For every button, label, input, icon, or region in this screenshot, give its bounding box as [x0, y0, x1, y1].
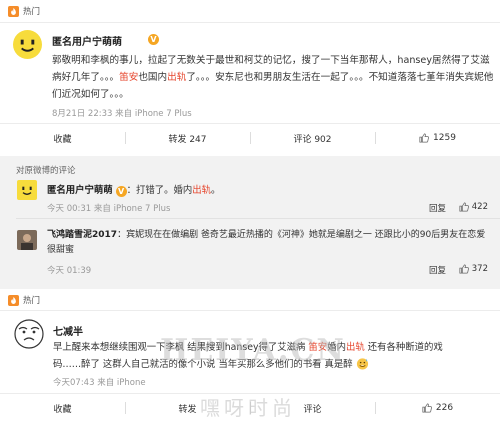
post1-username[interactable]: 匿名用户宁萌萌: [52, 33, 122, 48]
post2-username[interactable]: 七减半: [53, 323, 83, 338]
watermark-chinese: 嘿呀时尚: [200, 396, 296, 420]
like-button[interactable]: 226: [375, 393, 500, 423]
hot-header: 热门: [8, 4, 40, 18]
watermark-logo: HEIYA.CN: [160, 333, 346, 368]
verified-badge-icon: V: [148, 34, 159, 45]
hot-label: 热门: [23, 7, 41, 17]
comment-1-text: 匿名用户宁萌萌 V ：打错了。婚内出轨。: [47, 185, 221, 197]
hot-divider: [0, 310, 500, 311]
comment-2-like-button[interactable]: 372: [459, 264, 488, 274]
comment-2-reply-button[interactable]: 回复: [429, 264, 446, 276]
original-post-comments: 对原微博的评论 匿名用户宁萌萌 V ：打错了。婚内出轨。 今天 00:31 来自 …: [0, 160, 500, 283]
action-separator: [250, 132, 251, 144]
comment-avatar-photo[interactable]: [17, 230, 37, 250]
comment-2-username[interactable]: 飞鸿踏雪泥2017: [47, 230, 117, 240]
comment-1-reply-button[interactable]: 回复: [429, 202, 446, 214]
favorite-button[interactable]: 收藏: [0, 393, 125, 423]
comment-button[interactable]: 评论 902: [250, 123, 375, 153]
action-separator: [125, 402, 126, 414]
hot-header: 热门: [8, 293, 40, 307]
sweat-smile-emoji-icon: [356, 358, 368, 370]
comment-1-meta: 今天 00:31 来自 iPhone 7 Plus: [47, 204, 171, 214]
post1-meta: 8月21日 22:33 来自 iPhone 7 Plus: [52, 109, 192, 119]
thumbs-up-icon: [422, 403, 432, 413]
avatar-smiley[interactable]: [13, 30, 42, 59]
action-separator: [375, 402, 376, 414]
action-separator: [375, 132, 376, 144]
post1-text: 郭敬明和李枫的事儿，拉起了无数关于最世和柯艾的记忆，搜了一下当年那帮人，hans…: [52, 55, 494, 100]
keyword-link[interactable]: 出轨: [167, 72, 186, 83]
thumbs-up-icon: [419, 133, 429, 143]
comment-divider: [16, 218, 500, 219]
thumbs-up-icon: [459, 202, 469, 212]
hot-flame-icon: [8, 294, 19, 306]
verified-badge-icon: V: [115, 186, 127, 197]
comment-avatar-smiley[interactable]: [17, 180, 37, 200]
thumbs-up-icon: [459, 264, 469, 274]
hot-divider: [0, 22, 500, 23]
hot-flame-icon: [8, 5, 19, 17]
post2-meta: 今天07:43 来自 iPhone: [53, 378, 146, 388]
comment-1-like-button[interactable]: 422: [459, 202, 488, 212]
keyword-link[interactable]: 笛安: [119, 72, 138, 83]
post-card-1: 热门 匿名用户宁萌萌 V 郭敬明和李枫的事儿，拉起了无数关于最世和柯艾的记忆，搜…: [0, 0, 500, 156]
like-button[interactable]: 1259: [375, 123, 500, 153]
comment-2-text: 飞鸿踏雪泥2017：宾妮现在在做编剧 爸奇艺最近热播的《河神》她就是编剧之一 还…: [47, 230, 486, 255]
comment-1-username[interactable]: 匿名用户宁萌萌: [47, 185, 113, 196]
keyword-link[interactable]: 出轨: [346, 342, 365, 353]
comment-2-meta: 今天 01:39: [47, 266, 92, 276]
favorite-button[interactable]: 收藏: [0, 123, 125, 153]
action-separator: [125, 132, 126, 144]
repost-button[interactable]: 转发 247: [125, 123, 250, 153]
comments-title: 对原微博的评论: [16, 166, 76, 176]
hot-label: 热门: [23, 296, 41, 306]
avatar-cartoon-face[interactable]: [14, 319, 44, 349]
